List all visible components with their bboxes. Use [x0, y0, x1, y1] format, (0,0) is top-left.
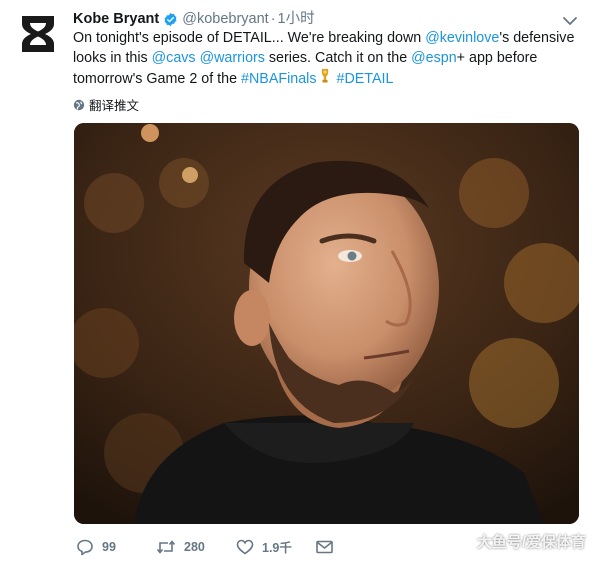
reply-button[interactable]: 99: [76, 538, 156, 556]
tweet-text: On tonight's episode of DETAIL... We're …: [73, 29, 578, 92]
author-handle[interactable]: @kobebryant: [182, 10, 268, 28]
retweet-button[interactable]: 280: [156, 539, 236, 555]
tweet-actions: 99 280 1.9千: [76, 537, 341, 556]
author-avatar[interactable]: [18, 14, 58, 54]
separator-dot: ·: [270, 11, 276, 27]
hashtag-link-detail[interactable]: #DETAIL: [337, 71, 394, 87]
translate-label: 翻译推文: [89, 99, 140, 113]
mention-link-kevinlove[interactable]: @kevinlove: [425, 30, 499, 46]
heart-icon: [236, 539, 254, 555]
envelope-icon: [316, 540, 333, 554]
mention-link-cavs[interactable]: @cavs: [152, 50, 196, 66]
trophy-icon: [319, 68, 331, 92]
direct-message-button[interactable]: [316, 540, 341, 554]
hashtag-link-nbafinals[interactable]: #NBAFinals: [241, 71, 317, 87]
mention-link-espn[interactable]: @espn: [411, 50, 457, 66]
tweet-media-photo[interactable]: [74, 123, 579, 524]
tweet-timestamp[interactable]: 1小时: [278, 10, 315, 28]
tweet-header: Kobe Bryant @kobebryant · 1小时: [73, 10, 315, 28]
mention-link-warriors[interactable]: @warriors: [200, 50, 265, 66]
player-photo-image: [74, 123, 579, 524]
retweet-icon: [156, 539, 176, 555]
hourglass-logo-icon: [22, 16, 54, 52]
like-count: 1.9千: [262, 541, 292, 555]
retweet-count: 280: [184, 539, 205, 554]
translate-tweet-link[interactable]: 翻译推文: [73, 95, 139, 114]
reply-icon: [76, 538, 94, 556]
globe-icon: [73, 99, 85, 111]
verified-badge-icon: [163, 12, 178, 27]
more-options-chevron-down-icon[interactable]: [562, 14, 578, 26]
watermark-text: 大鱼号/爱保体育: [476, 534, 586, 551]
tweet-text-segment: On tonight's episode of DETAIL... We're …: [73, 30, 426, 46]
tweet-text-segment: series. Catch it on the: [264, 49, 412, 66]
reply-count: 99: [102, 539, 116, 554]
like-button[interactable]: 1.9千: [236, 537, 316, 556]
tweet-card: Kobe Bryant @kobebryant · 1小时 On tonight…: [0, 0, 594, 564]
author-name[interactable]: Kobe Bryant: [73, 10, 159, 28]
